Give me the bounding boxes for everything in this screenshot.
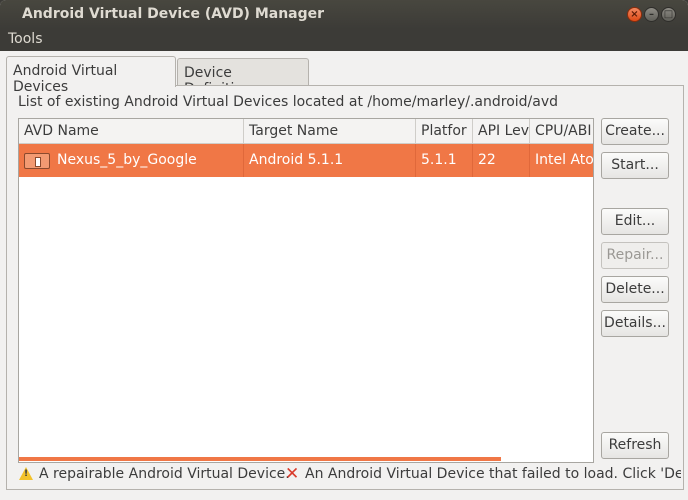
repair-button[interactable]: Repair... bbox=[601, 242, 669, 269]
close-window-button[interactable]: × bbox=[627, 7, 642, 22]
column-header-target-name[interactable]: Target Name bbox=[244, 119, 416, 144]
start-button[interactable]: Start... bbox=[601, 152, 669, 179]
table-header: AVD Name Target Name Platfor API Lev CPU… bbox=[19, 119, 593, 144]
title-bar[interactable]: Android Virtual Device (AVD) Manager × –… bbox=[0, 0, 688, 29]
cell-platform: 5.1.1 bbox=[416, 144, 473, 177]
warning-icon: ! bbox=[19, 467, 33, 480]
menu-tools[interactable]: Tools bbox=[8, 31, 43, 47]
column-header-avd-name[interactable]: AVD Name bbox=[19, 119, 244, 144]
avd-list-caption: List of existing Android Virtual Devices… bbox=[18, 94, 559, 110]
cell-api-level: 22 bbox=[473, 144, 530, 177]
tab-android-virtual-devices[interactable]: Android Virtual Devices bbox=[6, 56, 176, 95]
column-header-api-level[interactable]: API Lev bbox=[473, 119, 530, 144]
device-icon bbox=[24, 153, 50, 169]
cell-cpu-abi: Intel Ato bbox=[530, 144, 593, 177]
status-legend: ! A repairable Android Virtual Device. ✕… bbox=[17, 466, 681, 486]
column-header-cpu-abi[interactable]: CPU/ABI bbox=[530, 119, 593, 144]
error-legend-text: An Android Virtual Device that failed to… bbox=[305, 466, 681, 482]
column-header-platform[interactable]: Platfor bbox=[416, 119, 473, 144]
refresh-button[interactable]: Refresh bbox=[601, 432, 669, 459]
details-button[interactable]: Details... bbox=[601, 310, 669, 337]
maximize-window-button[interactable]: □ bbox=[661, 7, 676, 22]
avd-table[interactable]: AVD Name Target Name Platfor API Lev CPU… bbox=[18, 118, 594, 463]
avd-manager-window: Android Virtual Device (AVD) Manager × –… bbox=[0, 0, 688, 500]
cell-avd-name: Nexus_5_by_Google bbox=[19, 144, 244, 177]
create-button[interactable]: Create... bbox=[601, 118, 669, 145]
table-row[interactable]: Nexus_5_by_Google Android 5.1.1 5.1.1 22… bbox=[19, 144, 593, 177]
avd-panel: List of existing Android Virtual Devices… bbox=[6, 85, 684, 490]
window-title: Android Virtual Device (AVD) Manager bbox=[22, 6, 325, 22]
delete-button[interactable]: Delete... bbox=[601, 276, 669, 303]
cell-target-name: Android 5.1.1 bbox=[244, 144, 416, 177]
tab-device-definitions[interactable]: Device Definitions bbox=[177, 58, 309, 97]
error-icon: ✕ bbox=[285, 466, 300, 484]
tab-bar: Android Virtual Devices Device Definitio… bbox=[6, 56, 686, 97]
avd-name-text: Nexus_5_by_Google bbox=[57, 152, 197, 168]
minimize-window-button[interactable]: – bbox=[644, 7, 659, 22]
edit-button[interactable]: Edit... bbox=[601, 208, 669, 235]
horizontal-scrollbar[interactable] bbox=[19, 457, 501, 461]
warning-legend-text: A repairable Android Virtual Device. bbox=[39, 466, 290, 482]
menu-bar: Tools bbox=[0, 29, 688, 51]
